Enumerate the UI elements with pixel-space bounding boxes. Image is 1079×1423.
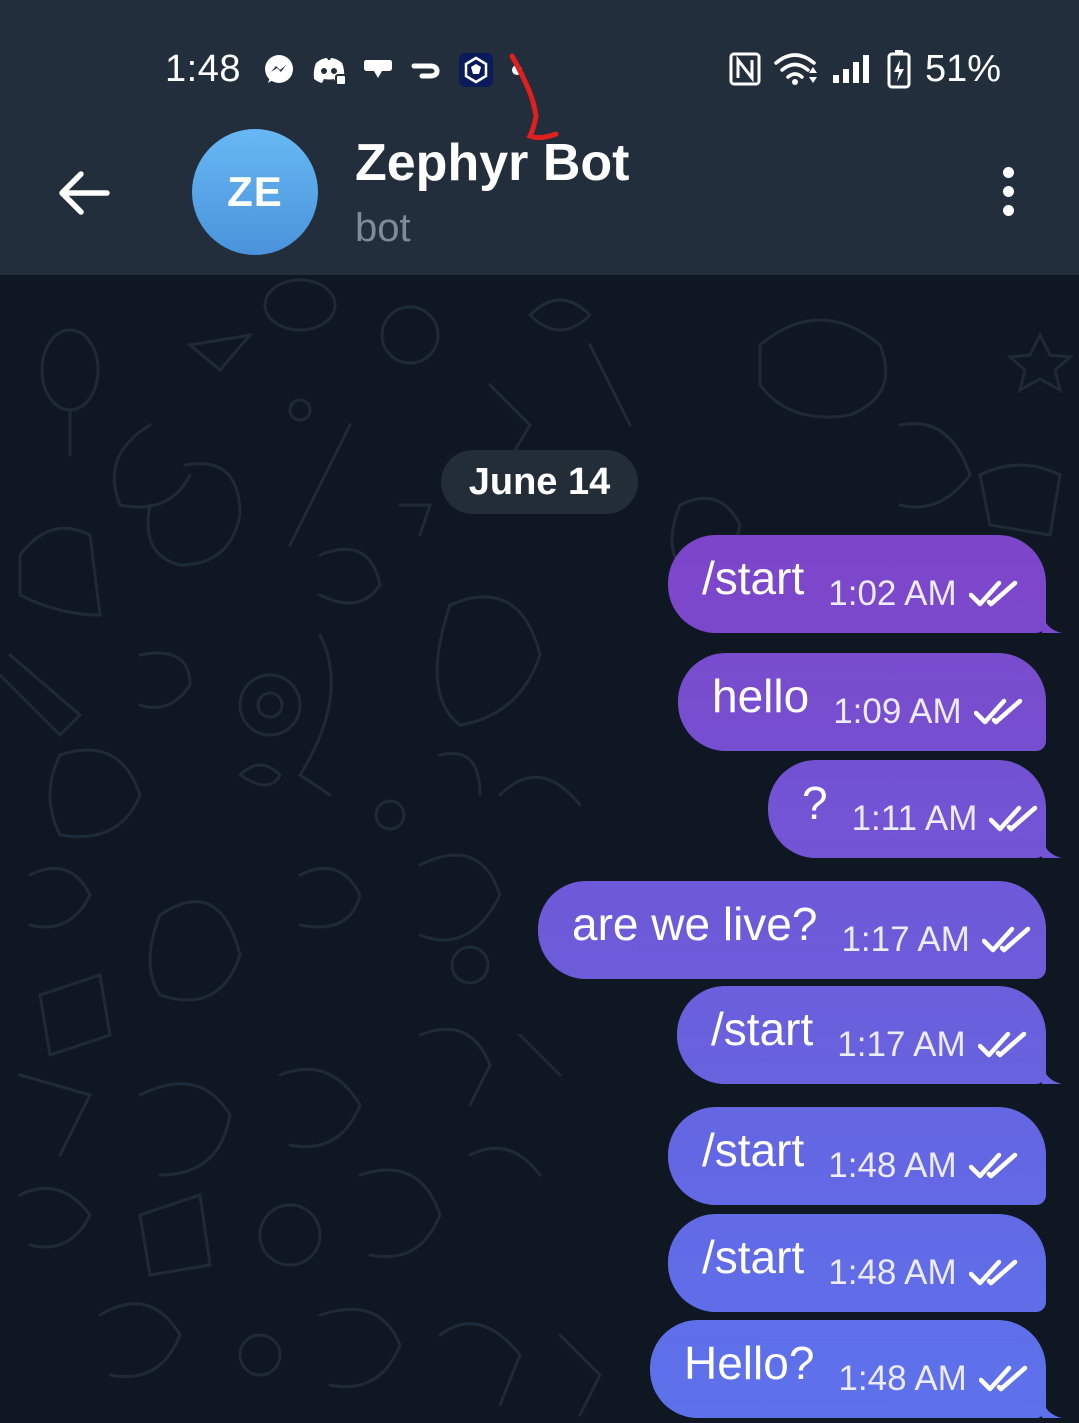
message-meta: 1:48 AM [838,1359,1030,1399]
menu-dot [1002,166,1014,178]
menu-dot [1002,204,1014,216]
message-time: 1:17 AM [837,1025,966,1064]
status-time: 1:48 [165,48,241,90]
battery-percentage: 51% [924,47,1001,90]
bubble-tail [1042,1062,1062,1084]
message-text: /start [702,1124,805,1176]
message-time: 1:17 AM [841,920,970,959]
telegram-chat-screen: 1:48 51% ZE Zephyr Bot bot June 14 /star… [0,0,1079,1423]
outgoing-message[interactable]: /start 1:02 AM [668,535,1062,633]
double-check-icon [981,925,1034,955]
message-time: 1:48 AM [838,1359,967,1398]
outgoing-message[interactable]: are we live? 1:17 AM [538,881,1046,979]
bubble-tail [1042,611,1062,633]
link-icon [410,58,442,82]
notification-icons [262,50,524,90]
chat-icon [362,56,394,84]
double-check-icon [978,1364,1031,1394]
message-meta: 1:09 AM [833,692,1025,732]
double-check-icon [973,697,1026,727]
menu-dot [1002,185,1014,197]
message-text: Hello? [684,1337,815,1389]
outgoing-message[interactable]: ? 1:11 AM [768,760,1062,858]
message-text: hello [712,670,810,722]
message-meta: 1:48 AM [828,1146,1020,1186]
outgoing-message[interactable]: /start 1:48 AM [668,1107,1046,1205]
double-check-icon [968,1258,1021,1288]
chat-messages-area[interactable]: June 14 /start 1:02 AM hello 1:09 AM ? 1… [0,275,1079,1423]
bubble-tail [1042,836,1062,858]
outgoing-message[interactable]: /start 1:17 AM [677,986,1062,1084]
outgoing-message[interactable]: hello 1:09 AM [678,653,1046,751]
message-text: ? [802,777,828,829]
avatar[interactable]: ZE [192,129,318,255]
message-time: 1:02 AM [828,574,957,613]
message-time: 1:48 AM [828,1146,957,1185]
outgoing-message[interactable]: /start 1:48 AM [668,1214,1046,1312]
wifi-icon [773,51,819,87]
more-options-button[interactable] [984,160,1032,222]
arrow-left-icon [59,171,110,215]
message-text: /start [711,1003,814,1055]
chat-subtitle: bot [355,206,411,250]
system-status-icons: 51% [729,46,1001,92]
back-button[interactable] [50,160,116,226]
chat-title[interactable]: Zephyr Bot [355,133,629,193]
message-text: /start [702,1231,805,1283]
outgoing-message[interactable]: Hello? 1:48 AM [650,1320,1062,1418]
message-meta: 1:02 AM [828,574,1020,614]
discord-icon [312,55,346,85]
message-time: 1:48 AM [828,1253,957,1292]
bubble-tail [1042,1396,1062,1418]
crypto-app-icon [458,52,494,88]
signal-icon [831,53,875,85]
app-header: 1:48 51% ZE Zephyr Bot bot [0,0,1079,275]
dot-icon [510,63,524,77]
message-meta: 1:11 AM [852,799,1042,839]
message-text: are we live? [572,898,818,950]
double-check-icon [968,1151,1021,1181]
messenger-icon [262,53,296,87]
nfc-icon [729,52,761,86]
message-meta: 1:17 AM [837,1025,1029,1065]
message-text: /start [702,552,805,604]
date-separator: June 14 [441,450,638,514]
message-time: 1:09 AM [833,692,962,731]
message-meta: 1:48 AM [828,1253,1020,1293]
double-check-icon [989,804,1041,834]
message-meta: 1:17 AM [841,920,1033,960]
battery-icon [887,49,911,89]
double-check-icon [968,579,1021,609]
message-time: 1:11 AM [851,799,978,838]
double-check-icon [977,1030,1030,1060]
